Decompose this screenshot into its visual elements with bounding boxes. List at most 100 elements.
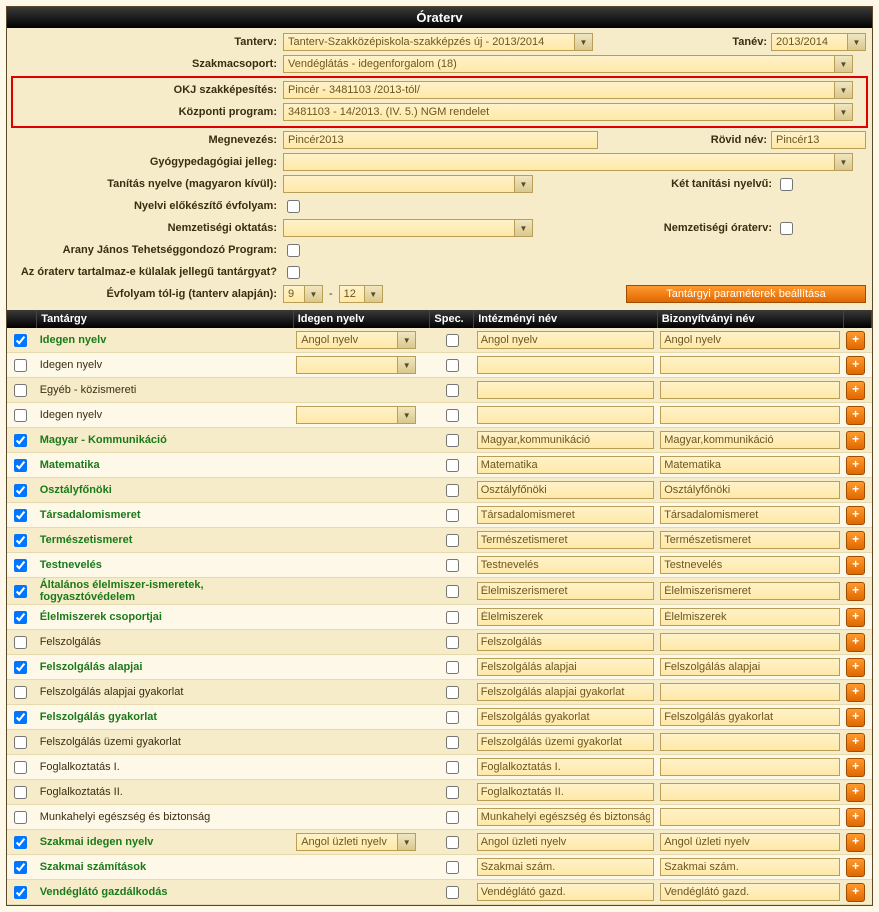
spec-checkbox[interactable]: [446, 686, 459, 699]
inst-name-input[interactable]: [477, 556, 654, 574]
cert-name-input[interactable]: [660, 608, 840, 626]
spec-checkbox[interactable]: [446, 711, 459, 724]
evfolyam-from-dropdown[interactable]: 9 ▼: [283, 285, 323, 303]
cert-name-input[interactable]: [660, 758, 840, 776]
cert-name-input[interactable]: [660, 783, 840, 801]
okj-dropdown[interactable]: Pincér - 3481103 /2013-tól/ ▼: [283, 81, 853, 99]
cert-name-input[interactable]: [660, 481, 840, 499]
row-checkbox[interactable]: [14, 509, 27, 522]
cert-name-input[interactable]: [660, 708, 840, 726]
add-button[interactable]: +: [846, 331, 865, 350]
add-button[interactable]: +: [846, 683, 865, 702]
cert-name-input[interactable]: [660, 833, 840, 851]
evfolyam-to-dropdown[interactable]: 12 ▼: [339, 285, 383, 303]
row-checkbox[interactable]: [14, 384, 27, 397]
lang-dropdown[interactable]: Angol nyelv▼: [296, 331, 416, 349]
row-checkbox[interactable]: [14, 736, 27, 749]
spec-checkbox[interactable]: [446, 861, 459, 874]
row-checkbox[interactable]: [14, 409, 27, 422]
spec-checkbox[interactable]: [446, 836, 459, 849]
inst-name-input[interactable]: [477, 608, 654, 626]
add-button[interactable]: +: [846, 556, 865, 575]
row-checkbox[interactable]: [14, 359, 27, 372]
cert-name-input[interactable]: [660, 808, 840, 826]
add-button[interactable]: +: [846, 708, 865, 727]
add-button[interactable]: +: [846, 783, 865, 802]
row-checkbox[interactable]: [14, 836, 27, 849]
row-checkbox[interactable]: [14, 811, 27, 824]
add-button[interactable]: +: [846, 356, 865, 375]
inst-name-input[interactable]: [477, 356, 654, 374]
add-button[interactable]: +: [846, 658, 865, 677]
spec-checkbox[interactable]: [446, 661, 459, 674]
add-button[interactable]: +: [846, 406, 865, 425]
add-button[interactable]: +: [846, 608, 865, 627]
spec-checkbox[interactable]: [446, 886, 459, 899]
inst-name-input[interactable]: [477, 582, 654, 600]
row-checkbox[interactable]: [14, 661, 27, 674]
add-button[interactable]: +: [846, 582, 865, 601]
inst-name-input[interactable]: [477, 683, 654, 701]
row-checkbox[interactable]: [14, 484, 27, 497]
inst-name-input[interactable]: [477, 833, 654, 851]
spec-checkbox[interactable]: [446, 811, 459, 824]
param-button[interactable]: Tantárgyi paraméterek beállítása: [626, 285, 866, 303]
add-button[interactable]: +: [846, 531, 865, 550]
inst-name-input[interactable]: [477, 858, 654, 876]
inst-name-input[interactable]: [477, 431, 654, 449]
add-button[interactable]: +: [846, 833, 865, 852]
inst-name-input[interactable]: [477, 506, 654, 524]
spec-checkbox[interactable]: [446, 384, 459, 397]
inst-name-input[interactable]: [477, 456, 654, 474]
lang-dropdown[interactable]: ▼: [296, 406, 416, 424]
arany-checkbox[interactable]: [287, 244, 300, 257]
inst-name-input[interactable]: [477, 658, 654, 676]
nemzetisegi-dropdown[interactable]: ▼: [283, 219, 533, 237]
spec-checkbox[interactable]: [446, 409, 459, 422]
row-checkbox[interactable]: [14, 585, 27, 598]
spec-checkbox[interactable]: [446, 559, 459, 572]
add-button[interactable]: +: [846, 758, 865, 777]
row-checkbox[interactable]: [14, 861, 27, 874]
nyelvi-checkbox[interactable]: [287, 200, 300, 213]
inst-name-input[interactable]: [477, 406, 654, 424]
cert-name-input[interactable]: [660, 381, 840, 399]
rovidnev-input[interactable]: [771, 131, 866, 149]
kettanitasi-checkbox[interactable]: [780, 178, 793, 191]
gyogy-dropdown[interactable]: ▼: [283, 153, 853, 171]
inst-name-input[interactable]: [477, 808, 654, 826]
spec-checkbox[interactable]: [446, 761, 459, 774]
inst-name-input[interactable]: [477, 481, 654, 499]
add-button[interactable]: +: [846, 858, 865, 877]
spec-checkbox[interactable]: [446, 736, 459, 749]
inst-name-input[interactable]: [477, 633, 654, 651]
inst-name-input[interactable]: [477, 381, 654, 399]
cert-name-input[interactable]: [660, 331, 840, 349]
cert-name-input[interactable]: [660, 582, 840, 600]
row-checkbox[interactable]: [14, 559, 27, 572]
row-checkbox[interactable]: [14, 761, 27, 774]
tanterv-dropdown[interactable]: Tanterv-Szakközépiskola-szakképzés új - …: [283, 33, 593, 51]
row-checkbox[interactable]: [14, 886, 27, 899]
lang-dropdown[interactable]: ▼: [296, 356, 416, 374]
cert-name-input[interactable]: [660, 356, 840, 374]
spec-checkbox[interactable]: [446, 334, 459, 347]
szakmacsoport-dropdown[interactable]: Vendéglátás - idegenforgalom (18) ▼: [283, 55, 853, 73]
row-checkbox[interactable]: [14, 611, 27, 624]
cert-name-input[interactable]: [660, 683, 840, 701]
cert-name-input[interactable]: [660, 531, 840, 549]
spec-checkbox[interactable]: [446, 359, 459, 372]
add-button[interactable]: +: [846, 381, 865, 400]
cert-name-input[interactable]: [660, 633, 840, 651]
cert-name-input[interactable]: [660, 733, 840, 751]
row-checkbox[interactable]: [14, 334, 27, 347]
inst-name-input[interactable]: [477, 883, 654, 901]
add-button[interactable]: +: [846, 808, 865, 827]
inst-name-input[interactable]: [477, 758, 654, 776]
spec-checkbox[interactable]: [446, 534, 459, 547]
cert-name-input[interactable]: [660, 883, 840, 901]
inst-name-input[interactable]: [477, 331, 654, 349]
spec-checkbox[interactable]: [446, 636, 459, 649]
inst-name-input[interactable]: [477, 733, 654, 751]
add-button[interactable]: +: [846, 481, 865, 500]
